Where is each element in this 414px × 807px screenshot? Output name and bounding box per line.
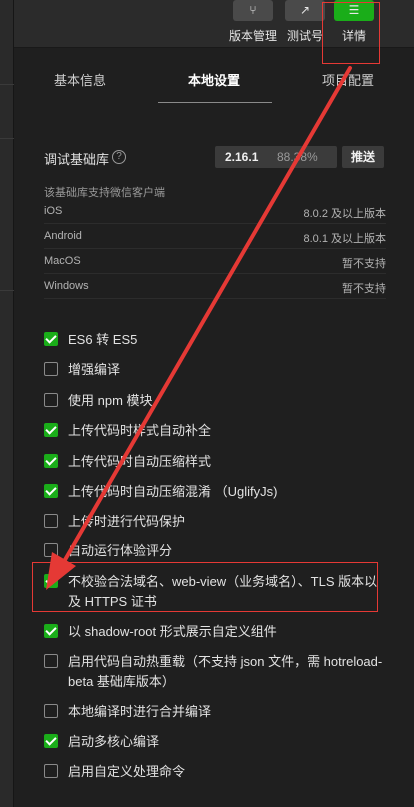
option-label: 启动多核心编译 [68,734,160,749]
checkbox[interactable] [44,423,58,437]
support-row: MacOS 暂不支持 [44,250,386,274]
tab-project-config[interactable]: 项目配置 [322,70,374,89]
checkbox[interactable] [44,734,58,748]
checkbox[interactable] [44,764,58,778]
push-button[interactable]: 推送 [342,146,384,168]
branch-icon: ⑂ [233,0,273,21]
support-os: Android [44,230,82,242]
option-label: 本地编译时进行合并编译 [68,704,212,719]
debug-library-row: 调试基础库 ? 2.16.1 88.38% 推送 [44,146,386,168]
option-label: 自动运行体验评分 [68,543,173,558]
checkbox[interactable] [44,484,58,498]
option-label: 上传代码时自动压缩混淆 （UglifyJs) [68,484,278,499]
option-label: 上传时进行代码保护 [68,514,186,529]
checkbox[interactable] [44,362,58,376]
version-control-button[interactable]: ⑂ 版本管理 [226,0,280,48]
option-label: 增强编译 [68,362,121,377]
debug-library-label: 调试基础库 [44,152,110,167]
support-status: 暂不支持 [342,258,386,270]
tab-basic-info[interactable]: 基本信息 [54,70,106,89]
option-label: 以 shadow-root 形式展示自定义组件 [68,624,277,639]
support-os: MacOS [44,255,81,267]
support-row: Windows 暂不支持 [44,275,386,299]
checkbox[interactable] [44,624,58,638]
option-label: 启用自定义处理命令 [68,764,186,779]
support-status: 8.0.1 及以上版本 [303,233,386,245]
version-control-label: 版本管理 [228,29,277,43]
divider [0,290,14,291]
details-panel: 基本信息 本地设置 项目配置 调试基础库 ? 2.16.1 88.38% 推送 … [14,48,414,807]
support-row: Android 8.0.1 及以上版本 [44,225,386,249]
support-row: iOS 8.0.2 及以上版本 [44,200,386,224]
support-status: 8.0.2 及以上版本 [303,208,386,220]
library-version: 2.16.1 [225,150,259,164]
annotation-box-domain-option [32,562,378,612]
active-tab-indicator [158,102,272,103]
option-label: 启用代码自动热重载（不支持 json 文件，需 hotreload-beta 基… [68,654,383,689]
tab-local-settings[interactable]: 本地设置 [188,70,240,89]
checkbox[interactable] [44,704,58,718]
library-coverage-percent: 88.38% [277,150,318,164]
external-link-icon: ↗ [285,0,325,21]
support-status: 暂不支持 [342,283,386,295]
background-app-strip [0,0,14,807]
checkbox[interactable] [44,454,58,468]
support-title: 该基础库支持微信客户端 [44,187,165,199]
option-label: ES6 转 ES5 [68,332,138,347]
divider [0,138,14,139]
checkbox[interactable] [44,654,58,668]
option-label: 上传代码时自动压缩样式 [68,454,212,469]
library-version-select[interactable]: 2.16.1 88.38% [215,146,337,168]
support-os: iOS [44,205,63,217]
annotation-box-details [322,2,380,64]
support-os: Windows [44,280,89,292]
option-label: 上传代码时样式自动补全 [68,423,212,438]
divider [0,84,14,85]
checkbox[interactable] [44,332,58,346]
checkbox[interactable] [44,393,58,407]
checkbox[interactable] [44,514,58,528]
option-label: 使用 npm 模块 [68,393,153,408]
checkbox[interactable] [44,543,58,557]
help-icon[interactable]: ? [112,150,126,164]
